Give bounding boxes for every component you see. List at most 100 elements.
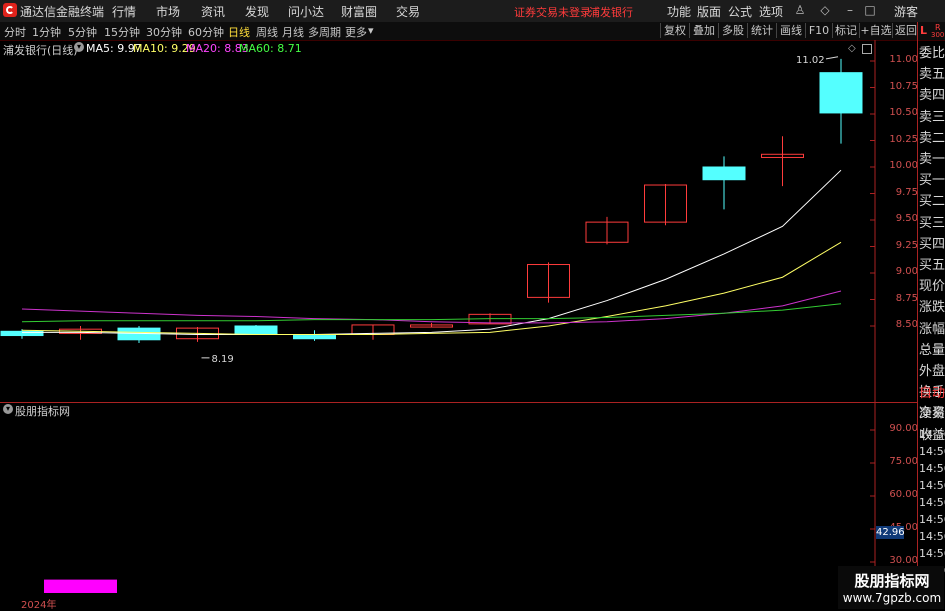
tool-back[interactable]: 返回	[892, 23, 919, 38]
candle-body	[234, 325, 278, 335]
period-more[interactable]: 更多	[345, 24, 367, 40]
watermark-url: www.7gpzb.com	[842, 591, 942, 605]
side-label: 卖一	[919, 152, 945, 167]
price-tick-label: 9.00	[895, 266, 918, 277]
candle-body	[293, 335, 336, 340]
period-1min[interactable]: 1分钟	[32, 24, 61, 40]
bell-icon[interactable]: ◇	[818, 3, 832, 17]
tool-mark[interactable]: 标记	[832, 23, 859, 38]
side-label: 外盘	[919, 364, 945, 379]
price-tick-label: 9.25	[895, 239, 918, 251]
trade-login-notice[interactable]: 证券交易未登录	[514, 4, 591, 20]
side-label: 现价	[919, 279, 945, 295]
price-axis: 11.00 10.75 10.50 10.25 10.00 9.75 9.50 9.25 9.0…	[876, 40, 918, 402]
side-label: 卖二	[919, 130, 945, 146]
menu-news[interactable]: 资讯	[201, 3, 225, 20]
maximize-icon[interactable]: □	[863, 3, 877, 17]
candle-body	[819, 72, 863, 114]
low-marker: 8.19	[212, 354, 234, 365]
price-tick-label: 10.00	[889, 160, 918, 171]
period-60min[interactable]: 60分钟	[188, 24, 224, 40]
period-weekly[interactable]: 周线	[256, 24, 278, 40]
ma60-line	[21, 303, 842, 323]
notice-stock: 浦发银行	[589, 6, 633, 19]
tool-draw[interactable]: 画线	[776, 23, 805, 38]
side-label: 卖五	[919, 67, 945, 83]
side-label: 买二	[919, 194, 945, 210]
tick-time: 14:56	[919, 530, 945, 543]
price-tick-label: 10.50	[889, 107, 918, 118]
side-label: 卖四	[919, 88, 945, 104]
menu-discover[interactable]: 发现	[245, 3, 269, 20]
tool-overlay[interactable]: 叠加	[689, 23, 718, 38]
user-label[interactable]: 游客	[894, 3, 918, 20]
price-tick-label: 8.50	[895, 319, 918, 330]
tick-time: 14:56	[919, 428, 945, 441]
menu-trade[interactable]: 交易	[396, 3, 420, 20]
period-15min[interactable]: 15分钟	[104, 24, 140, 40]
tool-f10[interactable]: F10	[805, 23, 832, 38]
tool-stats[interactable]: 统计	[747, 23, 776, 38]
price-tick-label: 11.00	[889, 54, 918, 65]
minimize-icon[interactable]: –	[843, 3, 857, 17]
period-toolbar: 分时 1分钟 5分钟 15分钟 30分钟 60分钟 日线 周线 月线 多周期 更…	[0, 22, 945, 41]
period-5min[interactable]: 5分钟	[68, 24, 97, 40]
side-label: 卖三	[919, 109, 945, 125]
high-marker: 11.02	[796, 55, 825, 66]
tick-time: 14:56	[919, 462, 945, 475]
ma20-line	[21, 290, 842, 324]
period-monthly[interactable]: 月线	[282, 24, 304, 40]
indicator-tick-label: 60.00	[889, 489, 918, 500]
menu-market[interactable]: 市场	[156, 3, 180, 20]
side-label: 买五	[919, 258, 945, 273]
tick-time: 14:56	[919, 479, 945, 492]
tick-time: 14:56	[919, 496, 945, 509]
menu-function[interactable]: 功能	[667, 3, 691, 20]
price-tick-label: 10.75	[889, 80, 918, 92]
current-value-badge: 42.96	[876, 526, 905, 540]
indicator-chart[interactable]	[0, 403, 918, 609]
side-label: 委比	[919, 46, 945, 61]
indicator-bar	[44, 579, 117, 593]
tick-time: 14:56	[919, 547, 945, 560]
candle-body	[702, 166, 746, 181]
watermark: 股朋指标网 www.7gpzb.com	[838, 566, 944, 609]
menu-wealth[interactable]: 财富圈	[341, 3, 377, 20]
app-title: 通达信金融终端	[20, 5, 105, 19]
high-marker-arrow	[825, 56, 839, 60]
price-tick-label: 9.50	[895, 213, 918, 224]
side-label: 买一	[919, 173, 945, 189]
trade-tab[interactable]: 交易	[919, 404, 945, 424]
price-tick-label: 9.75	[895, 186, 918, 198]
period-daily[interactable]: 日线	[228, 24, 250, 40]
side-badge-l[interactable]: L	[920, 24, 927, 37]
side-label: 涨跌	[919, 300, 945, 316]
chevron-down-icon[interactable]: ▾	[368, 24, 374, 37]
trade-tab[interactable]: 自动	[919, 384, 945, 404]
app-logo-icon	[3, 3, 17, 17]
tick-time: 14:56	[919, 513, 945, 526]
ma5-line	[22, 169, 842, 335]
side-label: 总量	[919, 342, 945, 358]
side-label: 涨幅	[919, 321, 945, 337]
menu-options[interactable]: 选项	[759, 3, 783, 20]
tool-adjust[interactable]: 复权	[660, 23, 689, 38]
menu-quotes[interactable]: 行情	[112, 3, 136, 20]
menu-bar: 通达信金融终端 行情 市场 资讯 发现 问小达 财富圈 交易 证券交易未登录 浦…	[0, 0, 945, 23]
tool-multistock[interactable]: 多股	[718, 23, 747, 38]
menu-layout[interactable]: 版面	[697, 3, 721, 20]
period-timeshare[interactable]: 分时	[4, 24, 26, 40]
indicator-tick-label: 30.00	[889, 555, 918, 566]
tick-time: 14:56	[919, 445, 945, 458]
shirt-icon[interactable]: ♙	[793, 3, 807, 17]
period-multi[interactable]: 多周期	[308, 24, 341, 40]
kline-chart[interactable]: 11.02 8.19	[0, 40, 918, 402]
side-label: 买四	[919, 236, 945, 252]
menu-ask[interactable]: 问小达	[288, 3, 324, 20]
menu-formula[interactable]: 公式	[728, 3, 752, 20]
indicator-tick-label: 75.00	[889, 456, 918, 467]
tool-add-watch[interactable]: +自选	[859, 23, 892, 38]
side-label: 买三	[919, 215, 945, 231]
indicator-tick-label: 90.00	[889, 423, 918, 434]
period-30min[interactable]: 30分钟	[146, 24, 182, 40]
